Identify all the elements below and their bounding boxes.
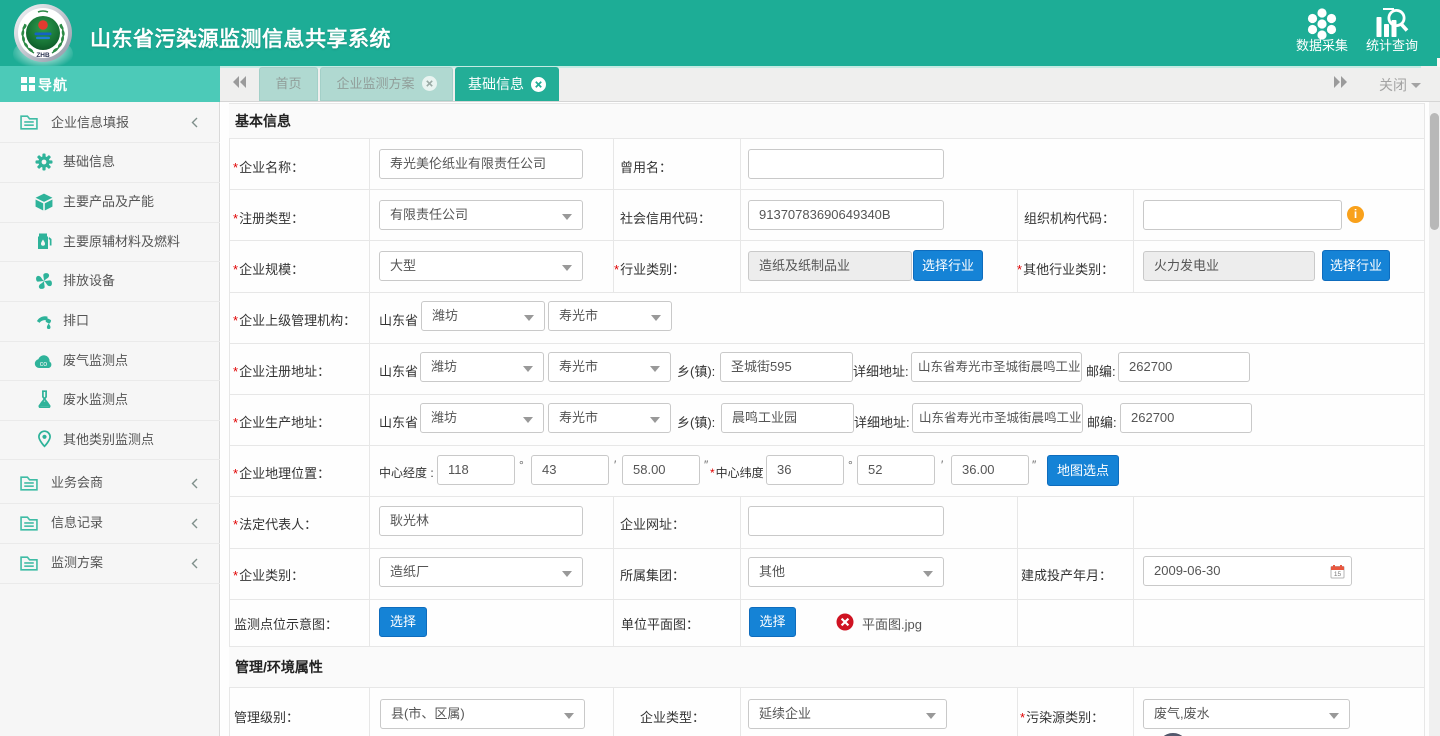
svg-text:ZHB: ZHB — [36, 52, 50, 59]
svg-text:co: co — [40, 361, 48, 368]
svg-text:15: 15 — [1334, 571, 1342, 578]
